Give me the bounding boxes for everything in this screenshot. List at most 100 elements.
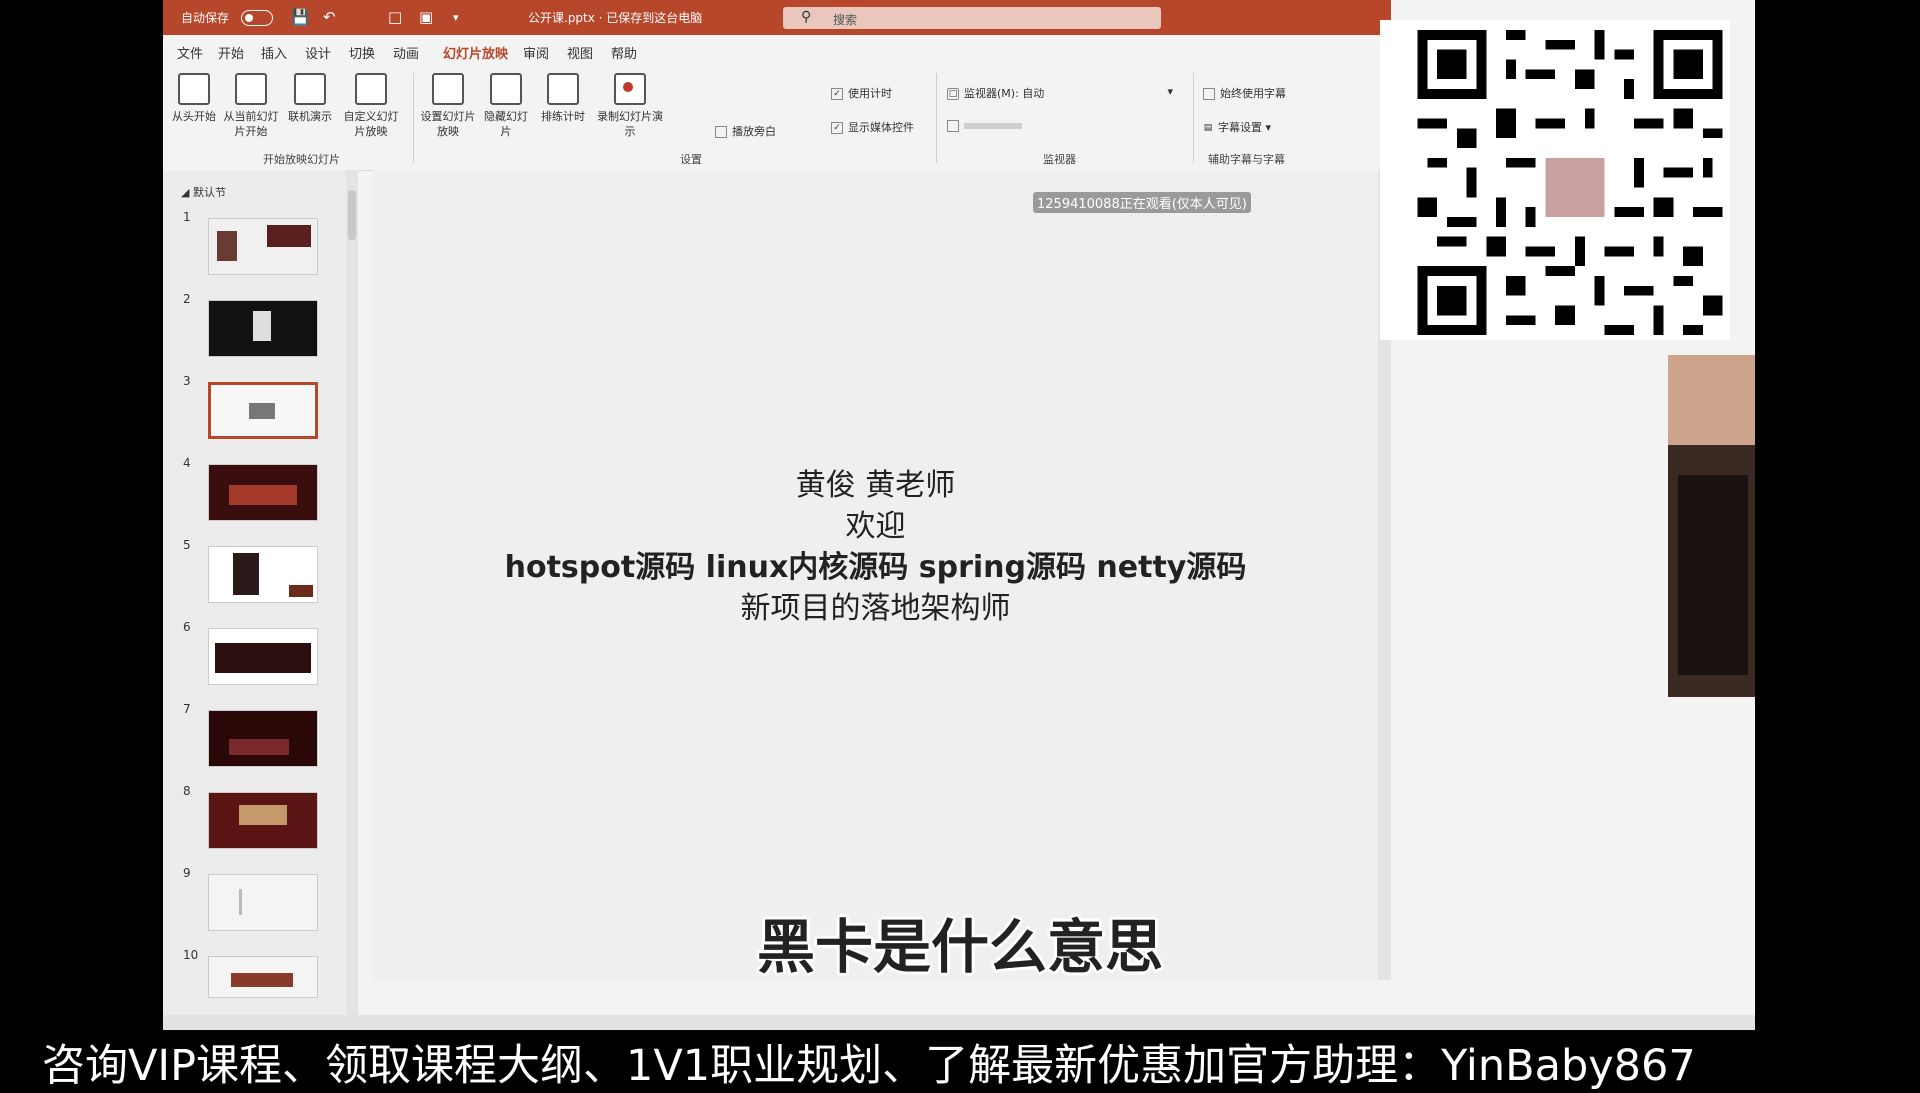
- from-beginning-button[interactable]: 从头开始: [171, 73, 217, 124]
- timer-icon: [547, 73, 579, 105]
- slide-number: 3: [183, 374, 191, 388]
- qr-code-pattern: [1417, 30, 1723, 335]
- slide-thumbnail-2[interactable]: [208, 300, 318, 357]
- slide-thumbnail-pane: ◢ 默认节 1 2 3 4 5 6 7 8 9 10: [163, 170, 358, 1015]
- customize-toolbar-icon[interactable]: ▾: [453, 11, 459, 24]
- monitor-select[interactable]: □ 监视器(M): 自动 ▾: [947, 85, 1173, 101]
- slide-number: 8: [183, 784, 191, 798]
- undo-icon[interactable]: ↶: [323, 8, 336, 26]
- start-group-label: 开始放映幻灯片: [263, 153, 340, 166]
- slide-number: 4: [183, 456, 191, 470]
- slide-number: 6: [183, 620, 191, 634]
- status-bar: [163, 1015, 1755, 1030]
- setup-show-button[interactable]: 设置幻灯片放映: [417, 73, 479, 139]
- tab-review[interactable]: 审阅: [523, 43, 549, 62]
- rehearse-timings-button[interactable]: 排练计时: [535, 73, 591, 124]
- use-timings-checkbox[interactable]: ✓ 使用计时: [831, 85, 892, 101]
- rehearse-timings-label: 排练计时: [541, 110, 585, 123]
- always-use-subtitles-label: 始终使用字幕: [1220, 87, 1286, 100]
- slide-thumbnail-3[interactable]: [208, 382, 318, 439]
- play-current-icon: [235, 73, 267, 105]
- record-show-label: 录制幻灯片演示: [597, 110, 663, 138]
- section-name-label: 默认节: [192, 186, 226, 199]
- webcam-person: [1678, 475, 1748, 675]
- slide-thumbnail-4[interactable]: [208, 464, 318, 521]
- custom-show-button[interactable]: 自定义幻灯片放映: [339, 73, 403, 139]
- slide-number: 7: [183, 702, 191, 716]
- slide-thumbnail-1[interactable]: [208, 218, 318, 275]
- present-online-icon: [294, 73, 326, 105]
- thumbnail-scrollbar[interactable]: [346, 170, 358, 1015]
- text-box-icon[interactable]: ▣: [419, 8, 433, 26]
- tab-animations[interactable]: 动画: [393, 43, 419, 62]
- search-input[interactable]: ⚲ 搜索: [783, 7, 1161, 29]
- slide-line-teacher: 黄俊 黄老师: [795, 468, 956, 503]
- slide-line-topics: hotspot源码 linux内核源码 spring源码 netty源码: [504, 550, 1247, 585]
- tab-transitions[interactable]: 切换: [349, 43, 375, 62]
- from-current-label: 从当前幻灯片开始: [223, 110, 279, 138]
- present-icon[interactable]: □: [388, 8, 402, 26]
- custom-show-label: 自定义幻灯片放映: [343, 110, 399, 138]
- slide-thumbnail-6[interactable]: [208, 628, 318, 685]
- slide-number: 5: [183, 538, 191, 552]
- slide-number: 2: [183, 292, 191, 306]
- tab-design[interactable]: 设计: [305, 43, 331, 62]
- slide-thumbnail-5[interactable]: [208, 546, 318, 603]
- ribbon: 从头开始 从当前幻灯片开始 联机演示 自定义幻灯片放映 开始放映幻灯片 设置幻灯…: [163, 65, 1391, 171]
- setup-show-label: 设置幻灯片放映: [420, 110, 476, 138]
- always-use-subtitles-checkbox[interactable]: 始终使用字幕: [1203, 85, 1286, 101]
- hide-slide-button[interactable]: 隐藏幻灯片: [481, 73, 531, 139]
- monitor-group-label: 监视器: [1043, 153, 1076, 166]
- presenter-webcam: [1668, 355, 1755, 697]
- subtitle-settings-button[interactable]: ▤ 字幕设置 ▾: [1203, 119, 1271, 135]
- show-media-controls-checkbox[interactable]: ✓ 显示媒体控件: [831, 119, 914, 135]
- record-icon: [614, 73, 646, 105]
- hide-slide-label: 隐藏幻灯片: [484, 110, 528, 138]
- ribbon-tabs: 文件 开始 插入 设计 切换 动画 幻灯片放映 审阅 视图 帮助: [163, 35, 1391, 68]
- tab-help[interactable]: 帮助: [611, 43, 637, 62]
- from-current-button[interactable]: 从当前幻灯片开始: [221, 73, 281, 139]
- show-media-controls-label: 显示媒体控件: [848, 121, 914, 134]
- slide-number: 1: [183, 210, 191, 224]
- autosave-label: 自动保存: [181, 11, 230, 25]
- tab-home[interactable]: 开始: [218, 43, 244, 62]
- group-divider: [936, 73, 937, 163]
- tab-insert[interactable]: 插入: [261, 43, 287, 62]
- video-subtitle: 黑卡是什么意思: [756, 913, 1163, 981]
- group-divider: [1193, 73, 1194, 163]
- monitor-select-value: 监视器(M): 自动: [964, 87, 1045, 100]
- presenter-view-checkbox[interactable]: [947, 119, 1027, 132]
- play-icon: [178, 73, 210, 105]
- section-name[interactable]: ◢ 默认节: [181, 184, 226, 200]
- record-show-button[interactable]: 录制幻灯片演示: [595, 73, 665, 139]
- search-placeholder: 搜索: [833, 13, 858, 27]
- save-icon[interactable]: 💾: [291, 8, 310, 26]
- current-slide[interactable]: 1259410088正在观看(仅本人可见) 黄俊 黄老师 欢迎 hotspot源…: [373, 170, 1378, 980]
- present-online-label: 联机演示: [288, 110, 332, 123]
- group-divider: [413, 73, 414, 163]
- chevron-down-icon: ▾: [1167, 85, 1173, 98]
- hide-slide-icon: [490, 73, 522, 105]
- autosave-toggle[interactable]: [241, 10, 273, 26]
- tab-view[interactable]: 视图: [567, 43, 593, 62]
- qr-code: [1380, 20, 1730, 340]
- promo-text: 咨询VIP课程、领取课程大纲、1V1职业规划、了解最新优惠加官方助理：YinBa…: [42, 1041, 1696, 1091]
- slide-number: 9: [183, 866, 191, 880]
- viewer-watermark: 1259410088正在观看(仅本人可见): [1033, 192, 1251, 213]
- tab-file[interactable]: 文件: [177, 43, 203, 62]
- from-beginning-label: 从头开始: [172, 110, 216, 123]
- scrollbar-thumb[interactable]: [348, 190, 356, 240]
- caption-group-label: 辅助字幕与字幕: [1208, 153, 1285, 166]
- subtitle-settings-label: 字幕设置: [1218, 121, 1262, 134]
- title-bar: 自动保存 💾 ↶ □ ▣ ▾ 公开课.pptx · 已保存到这台电脑 ⚲ 搜索: [163, 0, 1391, 35]
- slide-thumbnail-7[interactable]: [208, 710, 318, 767]
- search-icon: ⚲: [801, 9, 812, 25]
- webcam-background: [1668, 355, 1755, 445]
- slide-line-architect: 新项目的落地架构师: [740, 591, 1011, 626]
- custom-show-icon: [355, 73, 387, 105]
- setup-show-icon: [432, 73, 464, 105]
- slide-thumbnail-8[interactable]: [208, 792, 318, 849]
- slide-editing-area: 1259410088正在观看(仅本人可见) 黄俊 黄老师 欢迎 hotspot源…: [373, 170, 1391, 980]
- play-narrations-checkbox[interactable]: 播放旁白: [715, 123, 776, 139]
- present-online-button[interactable]: 联机演示: [285, 73, 335, 124]
